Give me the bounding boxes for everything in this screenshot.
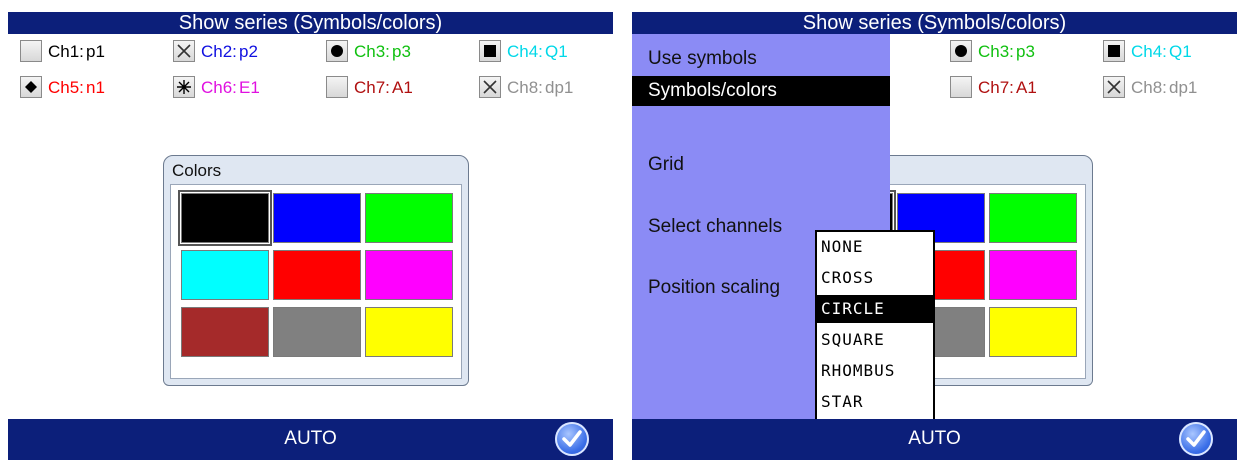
channel-ch7[interactable]: Ch7: A1: [950, 74, 1090, 102]
checkmark-icon: [1186, 430, 1206, 447]
square-symbol-icon: [1108, 45, 1120, 57]
channel-checkbox[interactable]: [479, 40, 501, 62]
symbol-option-star[interactable]: STAR: [821, 388, 864, 416]
channel-label: Ch2:: [201, 42, 237, 61]
channel-checkbox[interactable]: [1103, 76, 1125, 98]
symbol-option-rhombus[interactable]: RHOMBUS: [821, 357, 895, 385]
color-swatch[interactable]: [365, 307, 453, 357]
color-swatch[interactable]: [178, 190, 272, 246]
channel-label: Ch8:: [1131, 78, 1167, 97]
checkmark-icon: [562, 430, 582, 447]
channel-value: A1: [1016, 78, 1037, 97]
channel-checkbox[interactable]: [1103, 40, 1125, 62]
auto-button[interactable]: AUTO: [8, 428, 613, 450]
channel-label: Ch6:: [201, 78, 237, 97]
color-swatch[interactable]: [989, 193, 1077, 243]
channel-checkbox[interactable]: [20, 40, 42, 62]
cross-symbol-icon: [177, 44, 191, 58]
channel-label: Ch5:: [48, 78, 84, 97]
channel-checkbox[interactable]: [326, 76, 348, 98]
symbol-option-square[interactable]: SQUARE: [821, 326, 885, 354]
channel-checkbox[interactable]: [20, 76, 42, 98]
title-bar: Show series (Symbols/colors): [8, 12, 613, 34]
bottom-bar: AUTO: [8, 419, 613, 460]
channel-label: Ch7:: [978, 78, 1014, 97]
menu-item-position-scaling[interactable]: Position scaling: [648, 277, 780, 299]
channel-ch8[interactable]: Ch8: dp1: [479, 74, 613, 102]
title-bar: Show series (Symbols/colors): [632, 12, 1237, 34]
screen-title: Show series (Symbols/colors): [802, 12, 1067, 34]
channel-value: dp1: [1169, 78, 1198, 97]
channel-checkbox[interactable]: [479, 76, 501, 98]
menu-item-grid[interactable]: Grid: [648, 154, 684, 176]
color-swatch[interactable]: [365, 250, 453, 300]
menu-item-select-channels[interactable]: Select channels: [648, 216, 782, 238]
channel-ch6[interactable]: Ch6:E1: [173, 74, 313, 102]
channel-value: n1: [86, 78, 105, 97]
channel-value: Q1: [1169, 42, 1192, 61]
channel-label: Ch7:: [354, 78, 390, 97]
menu-item-symbols-colors[interactable]: Symbols/colors: [632, 76, 890, 106]
color-swatch[interactable]: [273, 250, 361, 300]
auto-button[interactable]: AUTO: [632, 428, 1237, 450]
channel-value: A1: [392, 78, 413, 97]
circle-symbol-icon: [331, 45, 343, 57]
color-swatch[interactable]: [989, 250, 1077, 300]
color-swatch[interactable]: [365, 193, 453, 243]
channel-label: Ch3:: [354, 42, 390, 61]
channel-label: Ch4:: [507, 42, 543, 61]
square-symbol-icon: [484, 45, 496, 57]
channel-value: Q1: [545, 42, 568, 61]
symbol-option-none[interactable]: NONE: [821, 233, 864, 261]
symbol-option-circle[interactable]: CIRCLE: [817, 295, 933, 323]
symbol-dropdown: NONE CROSS CIRCLE SQUARE RHOMBUS STAR: [815, 230, 935, 426]
channel-value: p3: [392, 42, 411, 61]
dialog-title: Colors: [172, 161, 222, 180]
color-grid: [170, 184, 462, 379]
channel-ch4[interactable]: Ch4: Q1: [1103, 38, 1237, 66]
channel-checkbox[interactable]: [326, 40, 348, 62]
color-swatch[interactable]: [181, 307, 269, 357]
color-swatch[interactable]: [273, 193, 361, 243]
channel-label: Ch8:: [507, 78, 543, 97]
menu-item-use-symbols[interactable]: Use symbols: [648, 48, 757, 70]
color-swatch[interactable]: [273, 307, 361, 357]
channel-checkbox[interactable]: [173, 40, 195, 62]
confirm-button[interactable]: [555, 422, 589, 456]
confirm-button[interactable]: [1179, 422, 1213, 456]
left-screen: Show series (Symbols/colors) Ch1: p1 Ch2: p…: [8, 12, 613, 460]
cross-symbol-icon: [483, 80, 497, 94]
channel-checkbox[interactable]: [950, 40, 972, 62]
channel-label: Ch1:: [48, 42, 84, 61]
channel-ch8[interactable]: Ch8: dp1: [1103, 74, 1237, 102]
bottom-bar: AUTO: [632, 419, 1237, 460]
channel-ch4[interactable]: Ch4: Q1: [479, 38, 613, 66]
screen-title: Show series (Symbols/colors): [178, 12, 443, 34]
cross-symbol-icon: [1107, 80, 1121, 94]
color-swatch[interactable]: [181, 250, 269, 300]
circle-symbol-icon: [955, 45, 967, 57]
channel-ch3[interactable]: Ch3: p3: [950, 38, 1090, 66]
channel-checkbox[interactable]: [950, 76, 972, 98]
channel-ch2[interactable]: Ch2:p2: [173, 38, 313, 66]
channel-value: p1: [86, 42, 105, 61]
channel-label: Ch3:: [978, 42, 1014, 61]
color-swatch[interactable]: [989, 307, 1077, 357]
channel-label: Ch4:: [1131, 42, 1167, 61]
symbol-option-cross[interactable]: CROSS: [821, 264, 874, 292]
channel-ch7[interactable]: Ch7: A1: [326, 74, 466, 102]
star-symbol-icon: [177, 80, 191, 94]
right-screen: Show series (Symbols/colors) Ch1:p1Ch2:p…: [632, 12, 1237, 460]
channel-ch5[interactable]: Ch5:n1: [20, 74, 160, 102]
channel-value: p3: [1016, 42, 1035, 61]
channel-ch1[interactable]: Ch1:p1: [20, 38, 160, 66]
colors-dialog: Colors: [163, 155, 469, 386]
channel-value: E1: [239, 78, 260, 97]
channel-checkbox[interactable]: [173, 76, 195, 98]
rhombus-symbol-icon: [25, 81, 37, 93]
channel-value: p2: [239, 42, 258, 61]
channel-value: dp1: [545, 78, 574, 97]
channel-ch3[interactable]: Ch3: p3: [326, 38, 466, 66]
